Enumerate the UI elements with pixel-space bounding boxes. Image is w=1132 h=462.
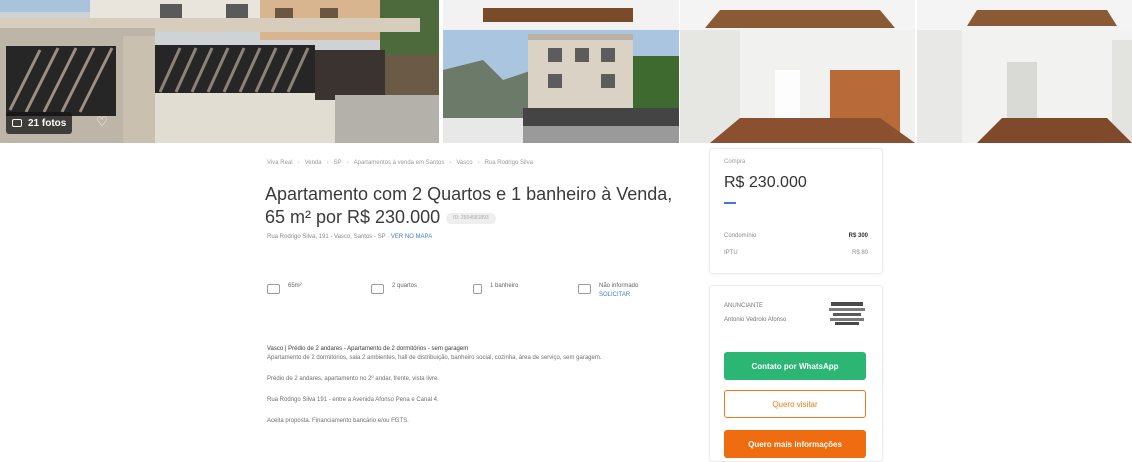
breadcrumb-separator: › [297, 160, 300, 166]
gallery-photo-2[interactable] [443, 0, 679, 143]
condo-fee-row: Condomínio R$ 300 [724, 233, 868, 239]
row-label: Condomínio [724, 233, 757, 239]
row-value: R$ 300 [848, 233, 868, 239]
description-paragraph: Prédio de 2 andares, apartamento no 2º a… [267, 376, 439, 382]
advertiser-logo-icon [829, 302, 865, 325]
breadcrumb-item[interactable]: Rua Rodrigo Silva [485, 160, 533, 166]
price-label: Compra [724, 159, 746, 165]
feature-area: 65m² [267, 283, 302, 294]
breadcrumb-separator: › [326, 160, 329, 166]
room-photo [680, 0, 915, 143]
schedule-visit-button[interactable]: Quero visitar [724, 390, 866, 418]
gallery-photo-3[interactable] [680, 0, 915, 143]
advertiser-label: ANUNCIANTE [724, 303, 764, 309]
bed-icon [371, 284, 384, 294]
row-value: R$ 80 [851, 250, 868, 256]
breadcrumb-separator: › [477, 160, 480, 166]
listing-description: Vasco | Prédio de 2 andares - Apartament… [267, 345, 677, 438]
more-info-button[interactable]: Quero mais informações [724, 430, 866, 458]
feature-label: 1 banheiro [490, 283, 519, 289]
breadcrumb-item[interactable]: Vasco [456, 160, 472, 166]
whatsapp-contact-button[interactable]: Contato por WhatsApp [724, 352, 866, 380]
breadcrumb: Viva Real › Venda › SP › Apartamentos à ven… [267, 160, 533, 166]
bath-icon [473, 284, 482, 294]
gallery-photo-4[interactable] [917, 0, 1132, 143]
request-info-link[interactable]: SOLICITAR [599, 292, 638, 298]
price-value: R$ 230.000 [724, 174, 807, 191]
description-paragraph: Apartamento de 2 dormitórios, sala 2 amb… [267, 355, 602, 361]
breadcrumb-item[interactable]: Viva Real [267, 160, 293, 166]
map-link[interactable]: VER NO MAPA [391, 234, 432, 240]
room-photo-2 [917, 0, 1132, 143]
description-paragraph: Rua Rodrigo Silva 191 - entre a Avenida … [267, 397, 439, 403]
camera-icon [12, 119, 22, 127]
address-text: Rua Rodrigo Silva, 191 - Vasco, Santos -… [267, 234, 386, 240]
breadcrumb-item[interactable]: Venda [305, 160, 322, 166]
photo-count-label: 21 fotos [28, 117, 67, 129]
listing-address: Rua Rodrigo Silva, 191 - Vasco, Santos -… [267, 234, 433, 240]
price-card: Compra R$ 230.000 Condomínio R$ 300 IPTU… [709, 148, 883, 274]
breadcrumb-item[interactable]: SP [334, 160, 342, 166]
feature-label: 2 quartos [392, 283, 418, 289]
feature-bedrooms: 2 quartos [371, 283, 417, 294]
heart-icon[interactable]: ♡ [92, 112, 112, 132]
feature-bathrooms: 1 banheiro [473, 283, 518, 294]
description-paragraph: Aceita proposta. Financiamento bancário … [267, 418, 409, 424]
price-underline [724, 202, 736, 204]
photo-count-badge[interactable]: 21 fotos [6, 112, 73, 134]
breadcrumb-item[interactable]: Apartamentos à venda em Santos [354, 160, 445, 166]
advertiser-card: ANUNCIANTE Antonio Vedrolo Afonso Contat… [709, 285, 883, 462]
row-label: IPTU [724, 250, 738, 256]
advertiser-name[interactable]: Antonio Vedrolo Afonso [724, 317, 786, 323]
parking-icon [578, 284, 591, 294]
iptu-row: IPTU R$ 80 [724, 250, 868, 256]
breadcrumb-separator: › [449, 160, 452, 166]
facade-photo [443, 0, 679, 143]
photo-gallery: 21 fotos ♡ [0, 0, 1132, 143]
feature-parking: Não informado SOLICITAR [578, 283, 638, 298]
description-lead: Vasco | Prédio de 2 andares - Apartament… [267, 346, 469, 352]
feature-label: Não informado [599, 283, 639, 289]
features-list: 65m² 2 quartos 1 banheiro Não informado … [267, 283, 687, 313]
listing-title: Apartamento com 2 Quartos e 1 banheiro à… [265, 183, 685, 229]
gallery-photo-main[interactable]: 21 fotos ♡ [0, 0, 439, 143]
breadcrumb-separator: › [346, 160, 349, 166]
area-icon [267, 284, 280, 294]
listing-code-tag: ID: 2654581893 [446, 212, 496, 224]
feature-label: 65m² [288, 283, 302, 289]
